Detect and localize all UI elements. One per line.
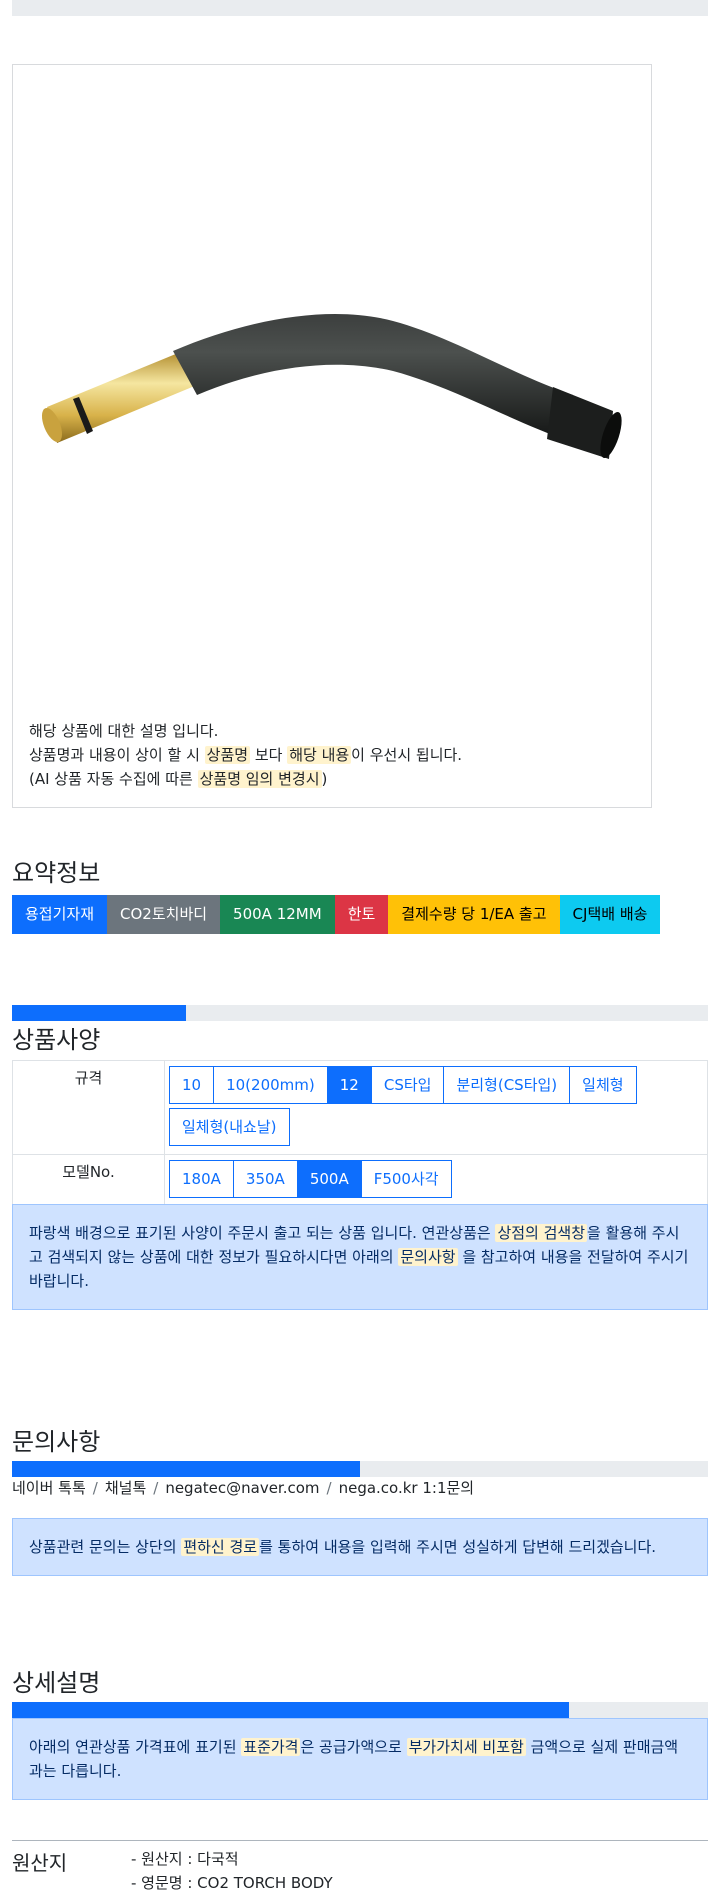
inquiry-progress <box>12 1461 708 1477</box>
product-image-card: 해당 상품에 대한 설명 입니다. 상품명과 내용이 상이 할 시 상품명 보다… <box>12 64 652 808</box>
origin-row: 원산지 - 원산지 : 다국적 - 영문명 : CO2 TORCH BODY <box>12 1840 708 1892</box>
spec-option-button[interactable]: 10 <box>169 1066 215 1104</box>
option-group: 10 10(200mm) 12 CS타입 분리형(CS타입) 일체형일체형(내쇼날) <box>169 1066 703 1150</box>
desc-text: 상품명과 내용이 상이 할 시 <box>29 746 205 764</box>
contact-link[interactable]: 네이버 톡톡 <box>12 1479 86 1497</box>
summary-badge: CO2토치바디 <box>107 895 221 934</box>
origin-english-name: - 영문명 : CO2 TORCH BODY <box>131 1874 333 1892</box>
detail-progress <box>12 1702 708 1718</box>
summary-badge: 결제수량 당 1/EA 출고 <box>388 895 560 934</box>
spec-notice: 파랑색 배경으로 표기된 사양이 주문시 출고 되는 상품 입니다. 연관상품은… <box>12 1204 708 1310</box>
spec-option-button[interactable]: 일체형(내쇼날) <box>169 1108 290 1146</box>
highlight-route: 편하신 경로 <box>181 1538 260 1556</box>
spec-option-button[interactable]: CS타입 <box>370 1066 445 1104</box>
notice-text: 아래의 연관상품 가격표에 표기된 <box>29 1738 242 1756</box>
contact-links: 네이버 톡톡 / 채널톡 / negatec@naver.com / nega.co.kr … <box>12 1477 474 1498</box>
summary-title: 요약정보 <box>12 859 101 887</box>
summary-badge: 용접기자재 <box>12 895 108 934</box>
notice-text: 파랑색 배경으로 표기된 사양이 주문시 출고 되는 상품 입니다. 연관상품은 <box>29 1224 496 1242</box>
highlight-standard-price: 표준가격 <box>241 1738 301 1756</box>
option-group: 180A 350A 500A F500사각 <box>169 1160 703 1202</box>
inquiry-progress-fill <box>12 1461 360 1477</box>
product-image-description: 해당 상품에 대한 설명 입니다. 상품명과 내용이 상이 할 시 상품명 보다… <box>29 719 462 791</box>
spec-table: 규격 10 10(200mm) 12 CS타입 분리형(CS타입) 일체형 일체형(내쇼날) 모… <box>12 1060 708 1207</box>
spec-option-button[interactable]: 350A <box>232 1160 298 1198</box>
highlight-inquiry: 문의사항 <box>398 1248 458 1266</box>
spec-row: 규격 10 10(200mm) 12 CS타입 분리형(CS타입) 일체형일체형(내쇼날) <box>12 1060 708 1155</box>
inquiry-notice: 상품관련 문의는 상단의 편하신 경로 를 통하여 내용을 입력해 주시면 성실하… <box>12 1518 708 1576</box>
desc-text: (AI 상품 자동 수집에 따른 <box>29 770 198 788</box>
link-separator: / <box>153 1479 159 1497</box>
highlight-vat: 부가가치세 비포함 <box>406 1738 526 1756</box>
summary-badge: 500A 12MM <box>220 895 335 934</box>
spec-options-cell: 180A 350A 500A F500사각 <box>164 1154 708 1207</box>
link-separator: / <box>326 1479 332 1497</box>
notice-text: 를 통하여 내용을 입력해 주시면 성실하게 답변해 드리겠습니다. <box>259 1538 657 1556</box>
spec-option-button[interactable]: 분리형(CS타입) <box>443 1066 571 1104</box>
spec-option-button[interactable]: 10(200mm) <box>213 1066 328 1104</box>
detail-notice: 아래의 연관상품 가격표에 표기된 표준가격 은 공급가액으로 부가가치세 비포함… <box>12 1718 708 1800</box>
detail-title: 상세설명 <box>12 1669 101 1697</box>
top-divider-bar <box>12 0 708 16</box>
spec-option-button[interactable]: 12 <box>326 1066 372 1104</box>
desc-text: 이 우선시 됩니다. <box>351 746 463 764</box>
desc-line-3: (AI 상품 자동 수집에 따른 상품명 임의 변경시) <box>29 767 462 791</box>
desc-text: ) <box>321 770 328 788</box>
notice-text: 은 공급가액으로 <box>300 1738 407 1756</box>
spec-progress-fill <box>12 1005 186 1021</box>
spec-title: 상품사양 <box>12 1026 101 1054</box>
highlight-search: 상점의 검색창 <box>495 1224 588 1242</box>
highlight-name-change: 상품명 임의 변경시 <box>197 770 322 788</box>
contact-link[interactable]: negatec@naver.com <box>165 1479 319 1497</box>
desc-text: 보다 <box>250 746 288 764</box>
detail-progress-fill <box>12 1702 569 1718</box>
origin-country: - 원산지 : 다국적 <box>131 1850 239 1868</box>
spec-option-button[interactable]: F500사각 <box>360 1160 452 1198</box>
highlight-product-name: 상품명 <box>204 746 251 764</box>
spec-option-button[interactable]: 180A <box>169 1160 234 1198</box>
contact-link[interactable]: 채널톡 <box>105 1479 146 1497</box>
summary-badges: 용접기자재 CO2토치바디 500A 12MM 한토 결제수량 당 1/EA 출고 CJ택… <box>12 895 661 934</box>
contact-link[interactable]: nega.co.kr 1:1문의 <box>339 1479 475 1497</box>
spec-row: 모델No. 180A 350A 500A F500사각 <box>12 1154 708 1207</box>
notice-text: 상품관련 문의는 상단의 <box>29 1538 182 1556</box>
origin-label: 원산지 <box>12 1851 68 1875</box>
spec-options-cell: 10 10(200mm) 12 CS타입 분리형(CS타입) 일체형일체형(내쇼날) <box>164 1060 708 1155</box>
spec-progress <box>12 1005 708 1021</box>
spec-row-label: 모델No. <box>12 1154 165 1207</box>
torch-body-image <box>41 313 622 459</box>
spec-row-label: 규격 <box>12 1060 165 1155</box>
highlight-content: 해당 내용 <box>287 746 352 764</box>
desc-line-2: 상품명과 내용이 상이 할 시 상품명 보다 해당 내용 이 우선시 됩니다. <box>29 743 462 767</box>
summary-badge: CJ택배 배송 <box>559 895 661 934</box>
desc-line-1: 해당 상품에 대한 설명 입니다. <box>29 722 219 740</box>
inquiry-title: 문의사항 <box>12 1428 101 1456</box>
spec-option-button[interactable]: 500A <box>296 1160 362 1198</box>
link-separator: / <box>92 1479 98 1497</box>
spec-option-button[interactable]: 일체형 <box>569 1066 637 1104</box>
summary-badge: 한토 <box>334 895 389 934</box>
